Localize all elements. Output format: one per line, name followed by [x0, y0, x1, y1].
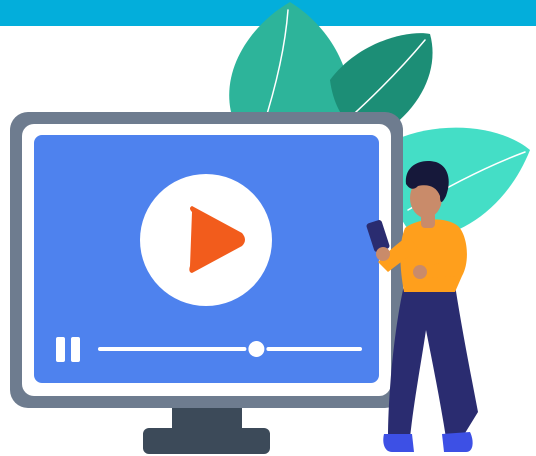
monitor	[10, 112, 403, 408]
play-button[interactable]	[140, 174, 272, 306]
stand-base	[143, 428, 270, 454]
monitor-stand	[143, 404, 270, 454]
pause-bar-left[interactable]	[56, 337, 65, 362]
person-shoe-right	[442, 432, 473, 452]
progress-scrubber-handle[interactable]	[248, 341, 265, 357]
person-pants	[388, 285, 478, 438]
progress-track-played[interactable]	[98, 347, 247, 351]
person-hand-phone	[376, 247, 390, 261]
video-player-illustration	[10, 2, 530, 454]
stand-neck	[172, 404, 242, 432]
pause-bar-right[interactable]	[71, 337, 80, 362]
progress-track-remaining[interactable]	[266, 347, 362, 351]
person-hand-lower	[413, 265, 427, 279]
illustration-stage	[0, 0, 536, 456]
person-shoe-left	[383, 434, 414, 452]
